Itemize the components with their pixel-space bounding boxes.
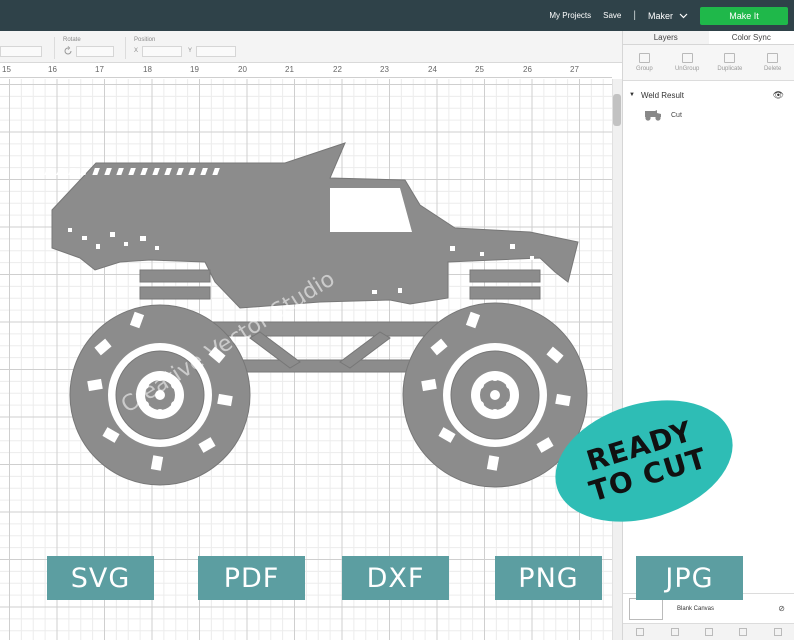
truck-thumbnail-icon	[645, 110, 661, 121]
machine-label: Maker	[647, 10, 673, 21]
header-separator: |	[633, 10, 636, 21]
tab-layers[interactable]: Layers	[623, 31, 709, 44]
ungroup-label: UnGroup	[674, 66, 700, 72]
layers-panel: Layers Color Sync Group UnGroup Duplicat…	[622, 31, 794, 640]
format-label-jpg: JPG	[636, 556, 743, 600]
format-label-dxf: DXF	[342, 556, 449, 600]
canvas-swatch[interactable]	[629, 597, 663, 620]
layer-item-cut[interactable]: Cut	[623, 105, 794, 125]
weld-icon[interactable]	[670, 628, 679, 636]
chevron-down-icon	[679, 13, 688, 18]
layer-group-weld-result[interactable]: ▼ Weld Result 👁	[623, 85, 794, 105]
eye-icon[interactable]: 👁	[773, 90, 784, 101]
scrollbar-thumb[interactable]	[613, 94, 621, 126]
delete-label: Delete	[763, 66, 782, 72]
format-label-svg: SVG	[47, 556, 154, 600]
panel-tabs: Layers Color Sync	[623, 31, 794, 45]
make-it-button[interactable]: Make It	[700, 6, 788, 25]
layer-item-label: Cut	[671, 111, 682, 119]
blank-canvas-label: Blank Canvas	[677, 605, 715, 612]
flatten-icon[interactable]	[739, 628, 748, 636]
layer-actions: Group UnGroup Duplicate Delete	[623, 45, 794, 81]
format-label-png: PNG	[495, 556, 602, 600]
panel-bottom-actions	[623, 623, 794, 640]
layer-group-label: Weld Result	[640, 90, 684, 100]
attach-icon[interactable]	[704, 628, 713, 636]
machine-selector[interactable]: Maker	[648, 11, 688, 21]
slice-icon[interactable]	[636, 628, 645, 636]
tab-color-sync[interactable]: Color Sync	[709, 31, 794, 44]
duplicate-icon	[724, 53, 736, 63]
group-icon	[638, 53, 650, 63]
duplicate-label: Duplicate	[717, 66, 743, 72]
caret-down-icon[interactable]: ▼	[629, 92, 635, 98]
group-button[interactable]: Group	[623, 45, 666, 80]
trash-icon	[767, 53, 779, 63]
group-label: Group	[636, 66, 653, 72]
canvas-scrollbar[interactable]	[612, 79, 622, 640]
contour-icon[interactable]	[773, 628, 782, 636]
ungroup-button[interactable]: UnGroup	[666, 45, 709, 80]
format-label-pdf: PDF	[198, 556, 305, 600]
monster-truck-design[interactable]	[0, 0, 612, 640]
duplicate-button[interactable]: Duplicate	[709, 45, 752, 80]
eye-off-icon[interactable]: ⊘	[778, 604, 785, 613]
delete-button[interactable]: Delete	[751, 45, 794, 80]
ungroup-icon	[681, 53, 693, 63]
